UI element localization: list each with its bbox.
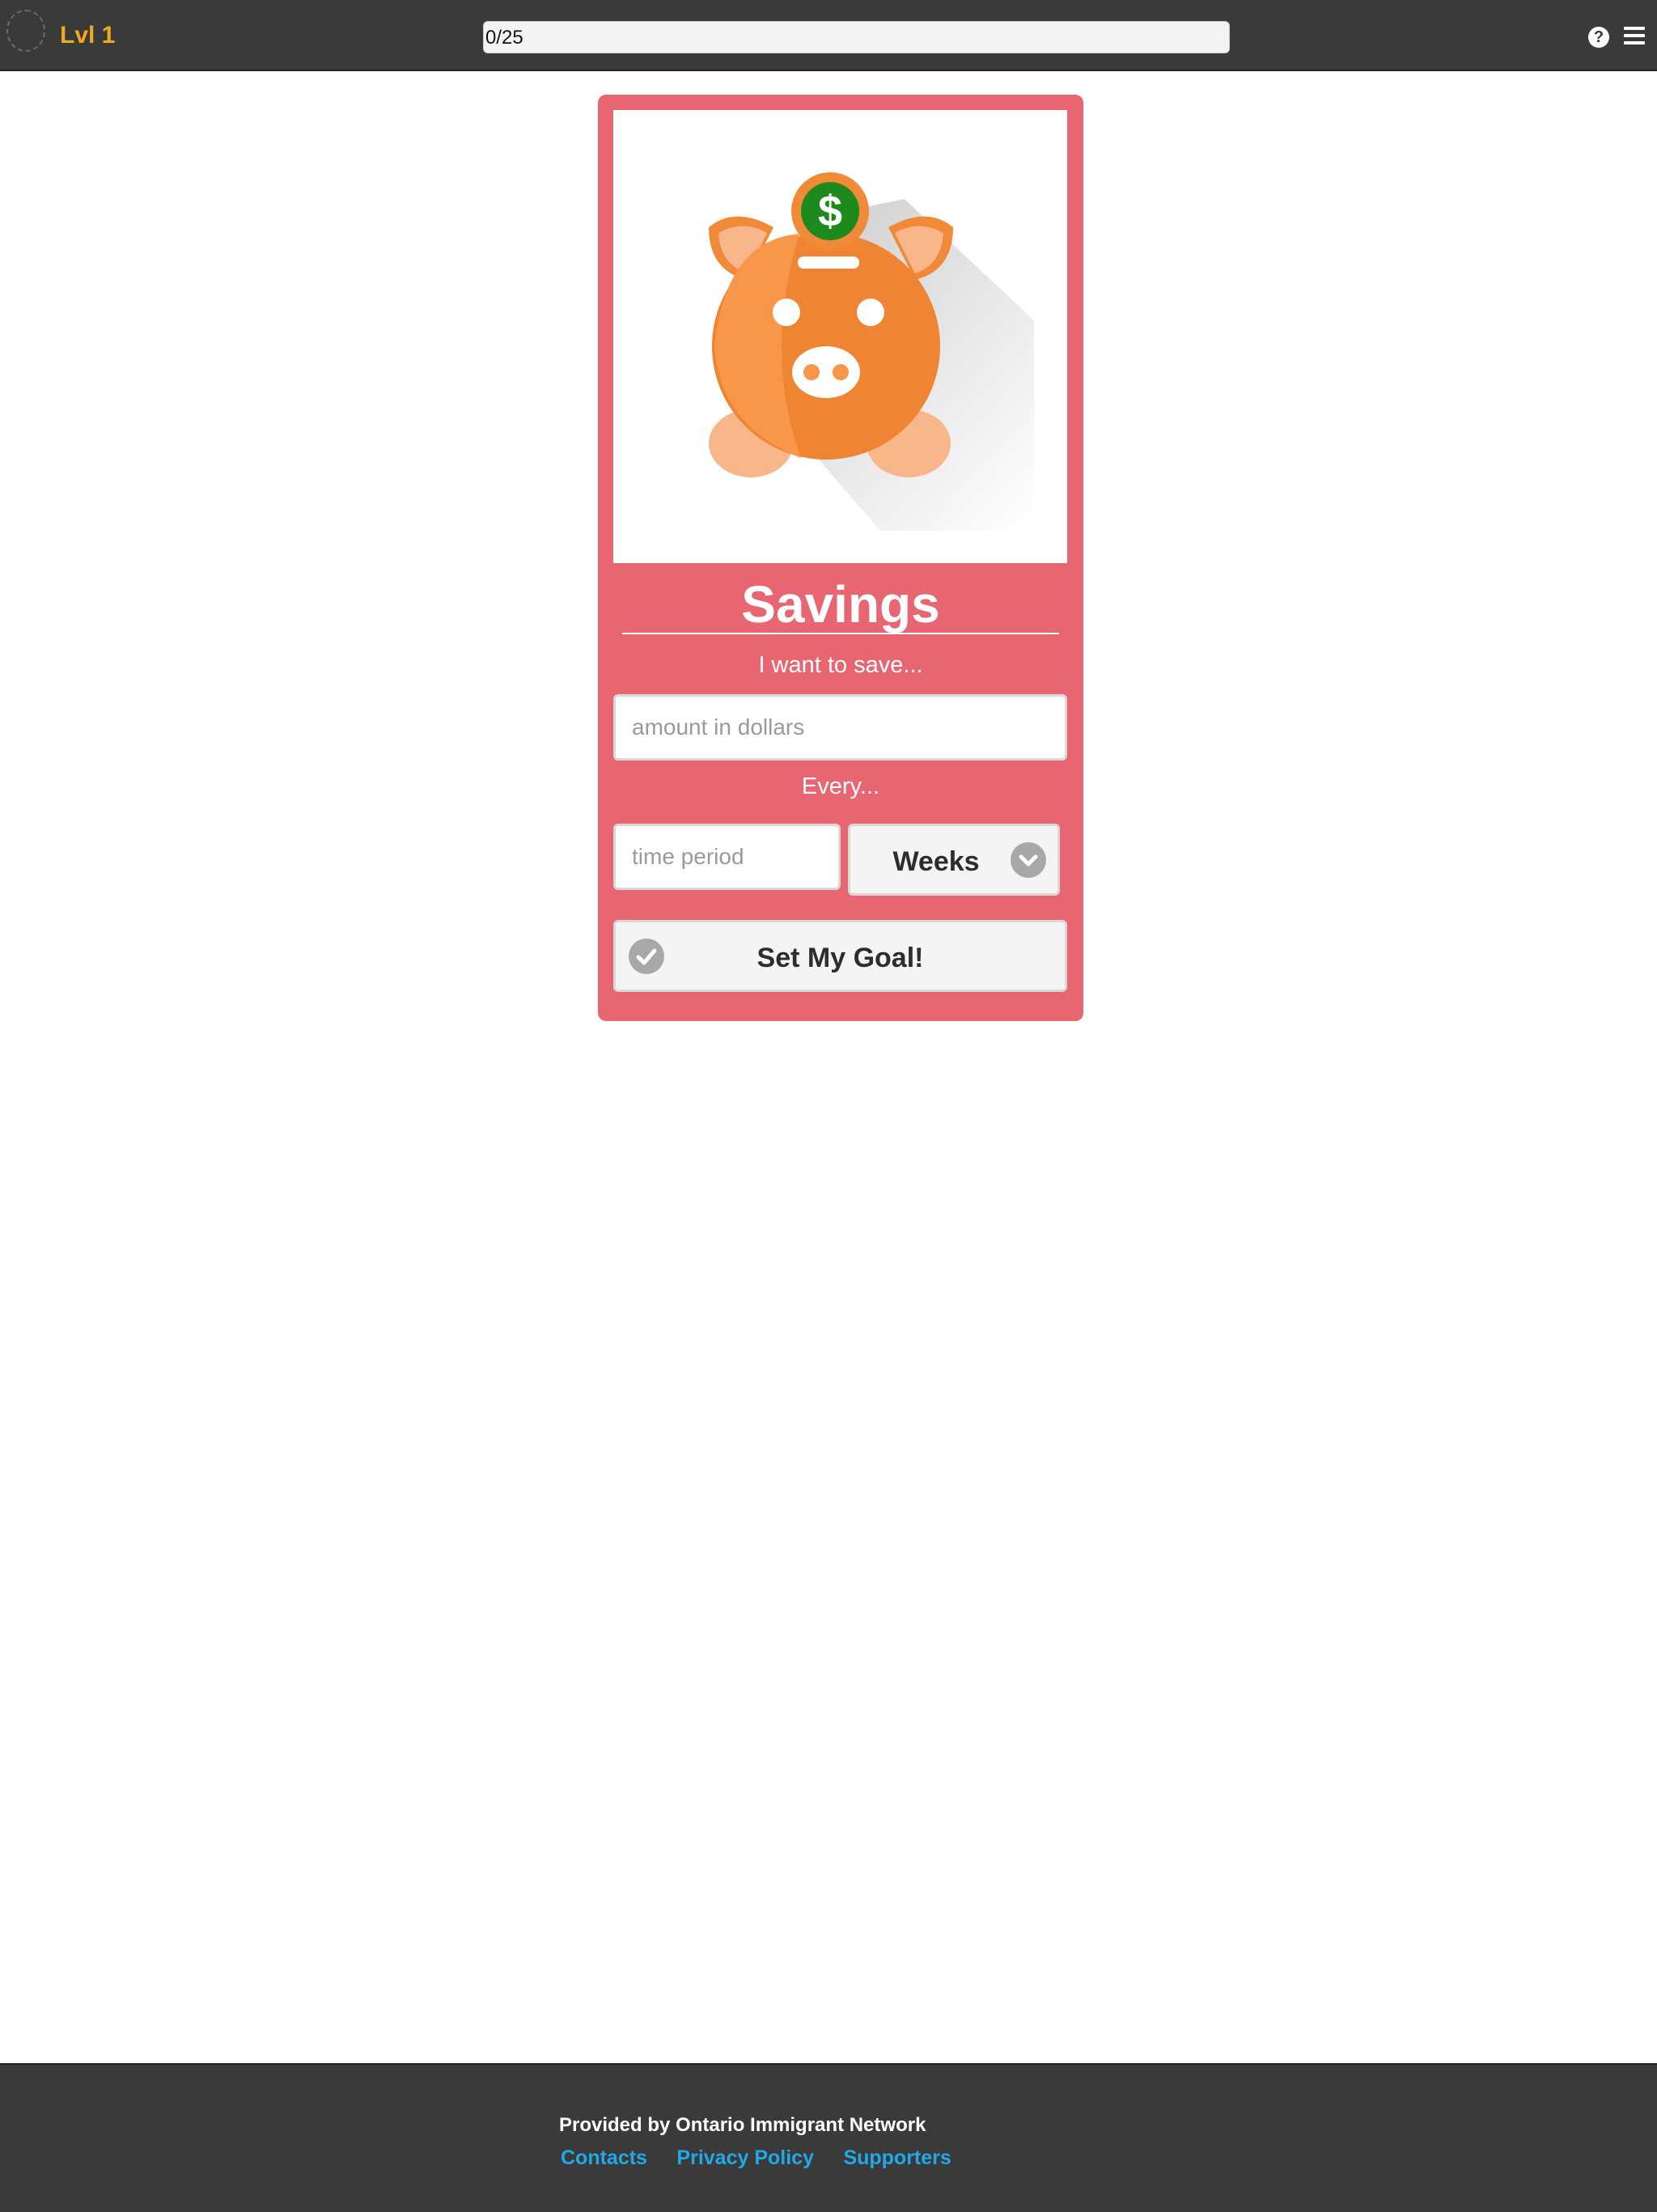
xp-progress-bar: 0/25 <box>483 21 1230 53</box>
footer-links: Contacts Privacy Policy Supporters <box>561 2146 977 2170</box>
card-title: Savings <box>741 575 940 634</box>
chevron-down-icon <box>1011 842 1046 878</box>
provided-by-text: Provided by Ontario Immigrant Network <box>559 2114 926 2136</box>
footer: Provided by Ontario Immigrant Network Co… <box>0 2063 1657 2212</box>
piggy-bank-dollar-icon: $ <box>709 172 1034 531</box>
every-prompt: Every... <box>801 773 880 799</box>
help-icon[interactable]: ? <box>1588 27 1609 48</box>
level-label: Lvl 1 <box>60 22 116 49</box>
savings-card: $ Savings I want to save... Every... Wee… <box>598 95 1083 1021</box>
hamburger-menu-icon[interactable] <box>1624 27 1645 48</box>
top-bar: Lvl 1 0/25 ? <box>0 0 1657 71</box>
period-unit-label: Weeks <box>892 846 980 877</box>
set-goal-label: Set My Goal! <box>756 943 924 973</box>
save-prompt: I want to save... <box>758 652 923 678</box>
piggy-bank-image: $ <box>613 110 1067 563</box>
privacy-policy-link[interactable]: Privacy Policy <box>676 2146 814 2170</box>
level-ring-icon[interactable] <box>6 10 45 52</box>
supporters-link[interactable]: Supporters <box>843 2146 951 2170</box>
amount-input[interactable] <box>613 694 1067 761</box>
title-divider <box>622 633 1059 634</box>
xp-progress-text: 0/25 <box>485 27 523 49</box>
time-period-input[interactable] <box>613 824 841 890</box>
contacts-link[interactable]: Contacts <box>561 2146 647 2170</box>
svg-text:$: $ <box>818 187 842 235</box>
set-goal-button[interactable]: Set My Goal! <box>613 920 1067 992</box>
period-unit-select[interactable]: Weeks <box>848 824 1060 896</box>
